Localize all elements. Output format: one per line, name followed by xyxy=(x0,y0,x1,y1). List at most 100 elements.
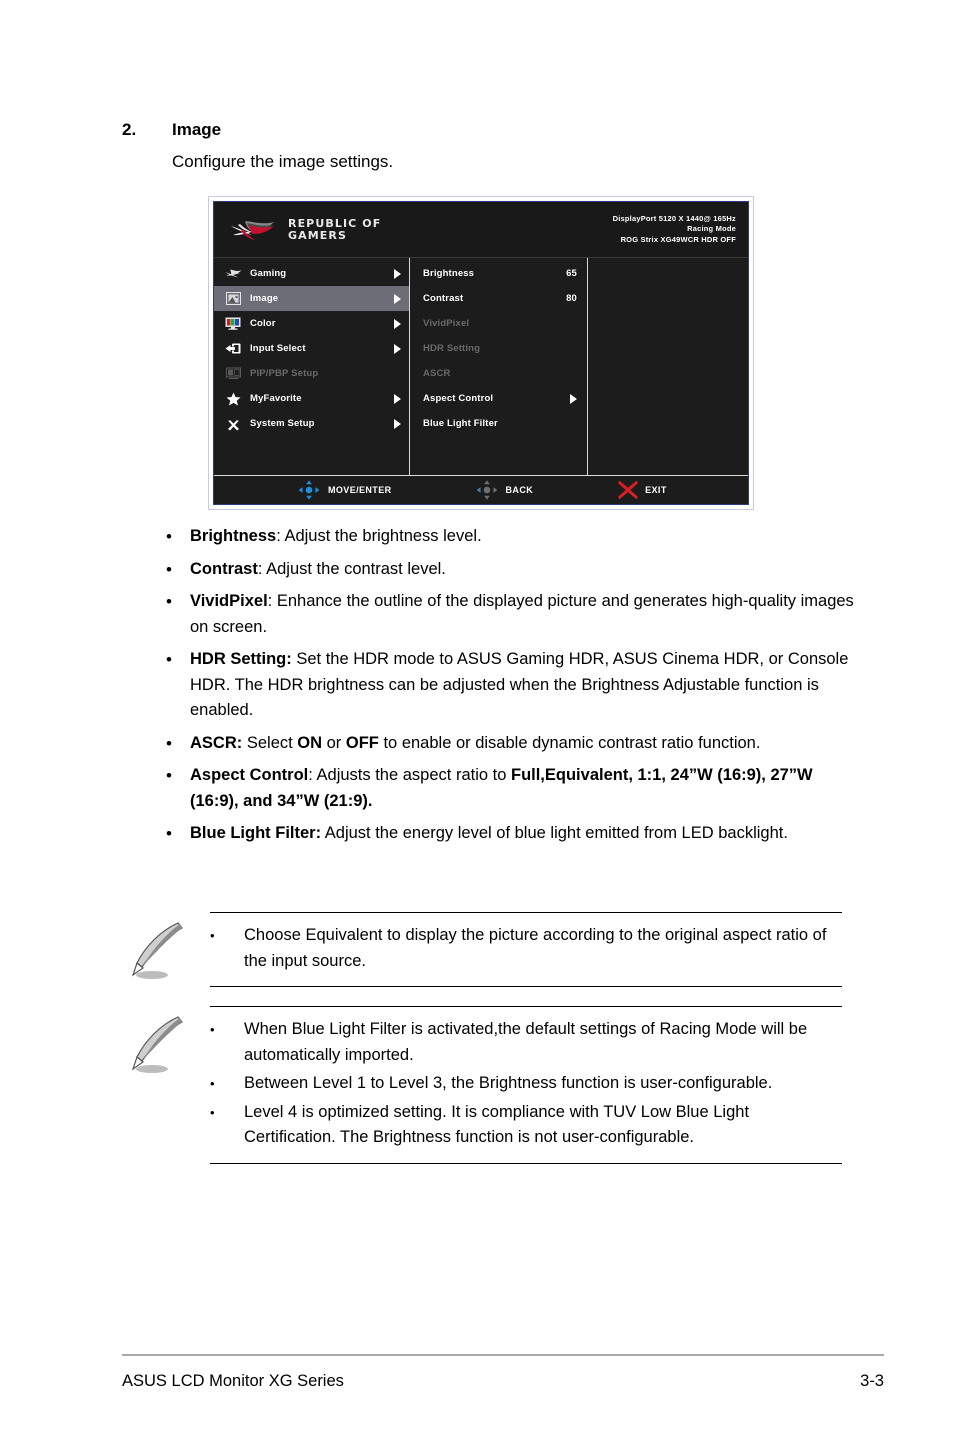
osd-body: Gaming Image Color Input Select PIP/PBP … xyxy=(214,258,748,475)
footer-back[interactable]: BACK xyxy=(476,480,534,500)
footer-move-enter[interactable]: MOVE/ENTER xyxy=(298,480,392,500)
menu-label: PIP/PBP Setup xyxy=(250,368,319,379)
bullet-text: Blue Light Filter: Adjust the energy lev… xyxy=(190,821,856,847)
osd-figure: REPUBLIC OF GAMERS DisplayPort 5120 X 14… xyxy=(208,196,754,510)
sub-item-ascr[interactable]: ASCR xyxy=(410,361,587,386)
star-icon xyxy=(224,391,242,407)
bullet-glyph: • xyxy=(210,928,215,943)
menu-item-input-select[interactable]: Input Select xyxy=(214,336,409,361)
note-bullet-text: When Blue Light Filter is activated,the … xyxy=(244,1020,808,1064)
bullet-term: Contrast xyxy=(190,559,258,578)
sub-item-hdr-setting[interactable]: HDR Setting xyxy=(410,336,587,361)
tools-icon xyxy=(224,416,242,432)
note-content: • Choose Equivalent to display the pictu… xyxy=(210,912,842,987)
bullet-aspect-control: • Aspect Control: Adjusts the aspect rat… xyxy=(166,763,856,814)
bullet-glyph: • xyxy=(210,1076,215,1091)
menu-label: Image xyxy=(250,293,279,304)
section-number: 2. xyxy=(122,120,137,139)
bullet-term: ASCR: xyxy=(190,733,243,752)
menu-label: MyFavorite xyxy=(250,393,302,404)
bullet-vividpixel: • VividPixel: Enhance the outline of the… xyxy=(166,589,856,640)
note-bullet-text: Choose Equivalent to display the picture… xyxy=(244,926,827,970)
bullet-body: Adjust the brightness level. xyxy=(284,527,482,545)
footer-page-number: 3-3 xyxy=(860,1372,884,1390)
bullet-sep: : xyxy=(308,766,317,784)
note-block-2: • When Blue Light Filter is activated,th… xyxy=(122,1006,842,1164)
note-content: • When Blue Light Filter is activated,th… xyxy=(210,1006,842,1164)
bullet-term: Brightness xyxy=(190,527,277,545)
bullet-term: Blue Light Filter: xyxy=(190,824,322,842)
chevron-right-icon xyxy=(394,318,401,329)
bullet-glyph: • xyxy=(210,1022,215,1037)
bullet-body: Adjust the energy level of blue light em… xyxy=(324,824,788,842)
rog-eye-icon xyxy=(224,266,242,282)
bullet-glyph: • xyxy=(210,1104,215,1120)
menu-item-color[interactable]: Color xyxy=(214,311,409,336)
sub-item-blue-light-filter[interactable]: Blue Light Filter xyxy=(410,411,587,436)
page-title: Image xyxy=(172,120,222,139)
note-bullet-text: Level 4 is optimized setting. It is comp… xyxy=(244,1102,750,1147)
osd-signal-info: DisplayPort 5120 X 1440@ 165Hz Racing Mo… xyxy=(613,214,736,246)
sub-label: VividPixel xyxy=(423,318,470,329)
chevron-right-icon xyxy=(394,418,401,429)
close-x-icon xyxy=(618,480,639,500)
sub-value: 80 xyxy=(566,293,577,304)
picture-icon xyxy=(224,291,242,307)
bullet-glyph: • xyxy=(166,824,172,843)
section-heading: 2. Image xyxy=(122,118,882,142)
menu-item-pip-pbp-setup[interactable]: PIP/PBP Setup xyxy=(214,361,409,386)
sub-item-brightness[interactable]: Brightness 65 xyxy=(410,261,587,286)
menu-label: Color xyxy=(250,318,276,329)
quill-note-icon xyxy=(130,920,202,982)
color-monitor-icon xyxy=(224,316,242,332)
bullet-text: Contrast: Adjust the contrast level. xyxy=(190,557,856,583)
brand-line-2: GAMERS xyxy=(288,228,347,242)
feature-bullet-list: • Brightness: Adjust the brightness leve… xyxy=(166,524,856,854)
footer-exit[interactable]: EXIT xyxy=(617,480,667,500)
bullet-text: Aspect Control: Adjusts the aspect ratio… xyxy=(190,763,856,814)
footer-document-title: ASUS LCD Monitor XG Series xyxy=(122,1372,344,1390)
bullet-glyph: • xyxy=(166,592,172,611)
menu-item-myfavorite[interactable]: MyFavorite xyxy=(214,386,409,411)
input-arrow-icon xyxy=(224,341,242,357)
bullet-body-ascr: Select ON or OFF to enable or disable dy… xyxy=(246,733,761,752)
bullet-term: VividPixel xyxy=(190,592,268,610)
osd-detail-pane xyxy=(588,258,748,475)
sub-item-contrast[interactable]: Contrast 80 xyxy=(410,286,587,311)
sub-item-vividpixel[interactable]: VividPixel xyxy=(410,311,587,336)
joystick-blue-icon xyxy=(298,480,320,500)
menu-item-gaming[interactable]: Gaming xyxy=(214,261,409,286)
chevron-right-icon xyxy=(394,393,401,404)
bullet-term: Aspect Control xyxy=(190,766,309,784)
bullet-sep: : xyxy=(257,559,267,578)
note-bullet: • Level 4 is optimized setting. It is co… xyxy=(210,1100,842,1151)
note-bullet: • When Blue Light Filter is activated,th… xyxy=(210,1017,842,1068)
bullet-glyph: • xyxy=(166,650,172,669)
menu-item-image[interactable]: Image xyxy=(214,286,409,311)
note-bullet-text: Between Level 1 to Level 3, the Brightne… xyxy=(244,1074,773,1092)
bullet-text: HDR Setting: Set the HDR mode to ASUS Ga… xyxy=(190,647,856,724)
sub-value: 65 xyxy=(566,268,577,279)
bullet-sep: : xyxy=(267,592,277,610)
note-bullet-list: • Choose Equivalent to display the pictu… xyxy=(210,923,842,974)
sub-item-aspect-control[interactable]: Aspect Control xyxy=(410,386,587,411)
sub-label: ASCR xyxy=(423,368,451,379)
chevron-right-icon xyxy=(394,268,401,279)
sub-label: Contrast xyxy=(423,293,464,304)
footer-exit-label: EXIT xyxy=(645,485,667,495)
rog-logo xyxy=(231,220,274,240)
osd-info-mode: Racing Mode xyxy=(687,224,736,234)
osd-info-model: ROG Strix XG49WCR HDR OFF xyxy=(620,234,736,244)
bullet-brightness: • Brightness: Adjust the brightness leve… xyxy=(166,524,856,550)
osd-main-menu: Gaming Image Color Input Select PIP/PBP … xyxy=(214,258,410,475)
chevron-right-icon xyxy=(394,343,401,354)
bullet-hdr-setting: • HDR Setting: Set the HDR mode to ASUS … xyxy=(166,647,856,724)
bullet-ascr: • ASCR: Select ON or OFF to enable or di… xyxy=(166,731,856,757)
menu-item-system-setup[interactable]: System Setup xyxy=(214,411,409,436)
menu-label: Gaming xyxy=(250,268,287,279)
sub-label: HDR Setting xyxy=(423,343,481,354)
bullet-glyph: • xyxy=(166,733,172,753)
bullet-blue-light-filter: • Blue Light Filter: Adjust the energy l… xyxy=(166,821,856,847)
sub-label: Blue Light Filter xyxy=(423,418,498,429)
bullet-text: VividPixel: Enhance the outline of the d… xyxy=(190,589,856,640)
